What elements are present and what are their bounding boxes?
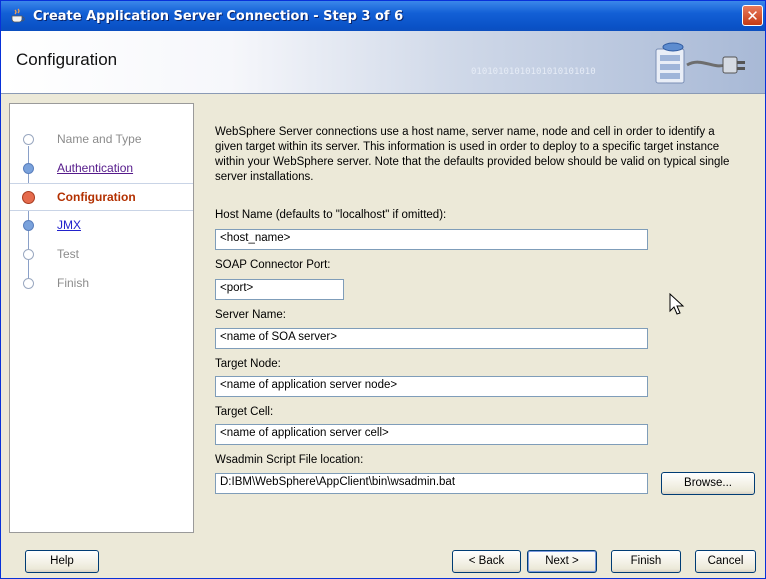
step-label: Test [57, 247, 80, 261]
step-name-and-type: Name and Type [10, 126, 193, 152]
wizard-steps-panel: Name and Type Authentication Configurati… [9, 103, 194, 533]
mouse-cursor-icon [669, 293, 685, 315]
next-button[interactable]: Next > [527, 550, 597, 573]
step-current-circle-icon [22, 190, 35, 204]
finish-button[interactable]: Finish [611, 550, 681, 573]
step-filled-circle-icon [23, 162, 34, 174]
target-cell-input[interactable]: <name of application server cell> [215, 424, 648, 445]
soap-port-label: SOAP Connector Port: [215, 259, 331, 271]
back-button[interactable]: < Back [452, 550, 521, 573]
step-label: Name and Type [57, 132, 142, 146]
wsadmin-path-input[interactable]: D:IBM\WebSphere\AppClient\bin\wsadmin.ba… [215, 473, 648, 494]
close-button[interactable]: ✕ [742, 5, 763, 26]
host-name-input[interactable]: <host_name> [215, 229, 648, 250]
binary-decoration: 01010101010101010101010 [471, 67, 596, 77]
browse-button[interactable]: Browse... [661, 472, 755, 495]
server-name-label: Server Name: [215, 309, 286, 321]
step-authentication[interactable]: Authentication [10, 155, 193, 181]
target-node-label: Target Node: [215, 358, 281, 370]
soap-port-input[interactable]: <port> [215, 279, 344, 300]
help-button[interactable]: Help [25, 550, 99, 573]
wsadmin-label: Wsadmin Script File location: [215, 454, 364, 466]
step-label[interactable]: Authentication [57, 161, 133, 175]
step-filled-circle-icon [23, 219, 34, 231]
server-name-input[interactable]: <name of SOA server> [215, 328, 648, 349]
coffee-cup-icon [9, 7, 27, 25]
page-title: Configuration [16, 50, 118, 69]
title-bar[interactable]: Create Application Server Connection - S… [1, 1, 765, 31]
step-label[interactable]: JMX [57, 218, 81, 232]
server-connection-icon [655, 42, 745, 84]
wizard-header: Configuration 01010101010101010101010 [1, 31, 765, 94]
target-node-input[interactable]: <name of application server node> [215, 376, 648, 397]
cancel-button[interactable]: Cancel [695, 550, 756, 573]
step-label: Configuration [57, 190, 136, 204]
step-configuration: Configuration [10, 183, 193, 211]
step-empty-circle-icon [23, 277, 34, 289]
step-finish: Finish [10, 270, 193, 296]
configuration-form: WebSphere Server connections use a host … [201, 103, 761, 533]
window-title: Create Application Server Connection - S… [33, 8, 404, 24]
step-jmx[interactable]: JMX [10, 212, 193, 238]
intro-text: WebSphere Server connections use a host … [215, 126, 730, 183]
step-label: Finish [57, 276, 90, 290]
step-test: Test [10, 241, 193, 267]
host-name-label: Host Name (defaults to "localhost" if om… [215, 209, 447, 221]
step-empty-circle-icon [23, 133, 34, 145]
step-empty-circle-icon [23, 248, 34, 260]
dialog-window: Create Application Server Connection - S… [0, 0, 766, 579]
target-cell-label: Target Cell: [215, 406, 274, 418]
